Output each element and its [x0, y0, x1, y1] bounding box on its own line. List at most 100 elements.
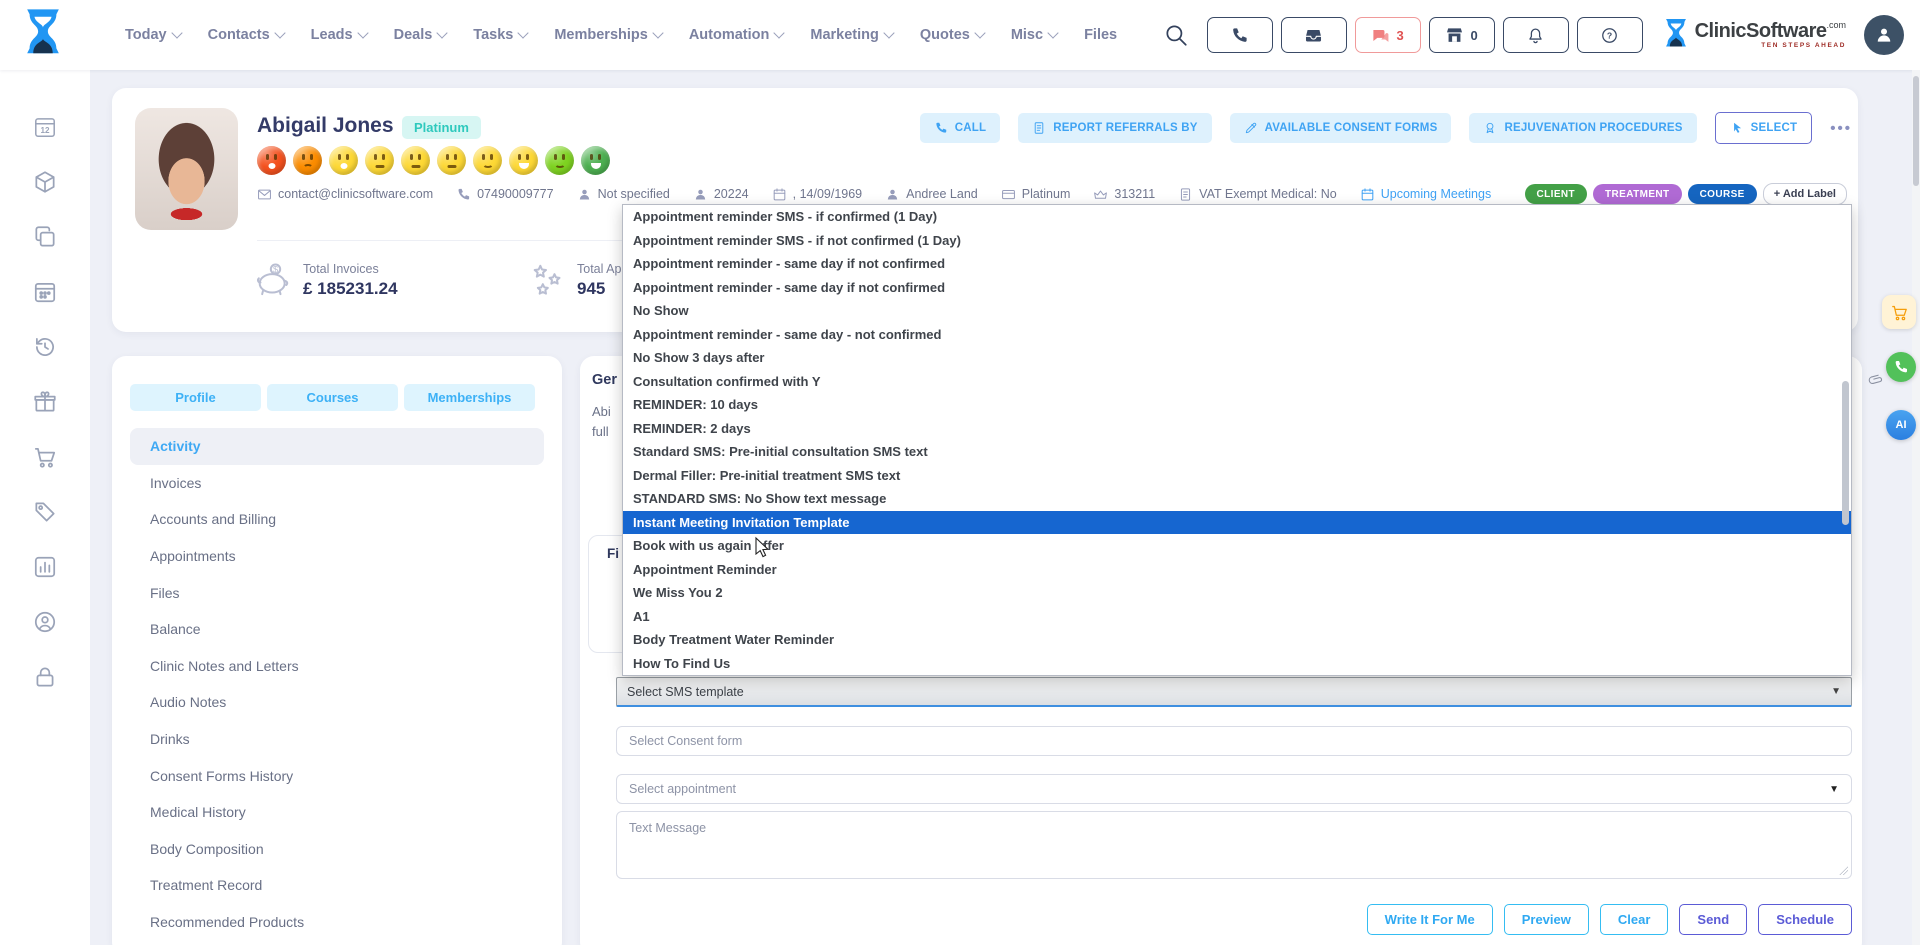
nav-item-deals[interactable]: Deals [394, 27, 447, 43]
mood-face-10[interactable] [581, 146, 610, 175]
preview-button[interactable]: Preview [1504, 904, 1589, 935]
available-consent-forms-button[interactable]: AVAILABLE CONSENT FORMS [1230, 113, 1452, 143]
rejuvenation-procedures-button[interactable]: REJUVENATION PROCEDURES [1469, 113, 1696, 143]
info-upcoming-meetings[interactable]: Upcoming Meetings [1360, 187, 1491, 202]
sidebar-item-treatment-record[interactable]: Treatment Record [130, 867, 544, 904]
nav-item-marketing[interactable]: Marketing [810, 27, 893, 43]
lock-icon[interactable] [32, 664, 58, 690]
sidebar-item-balance[interactable]: Balance [130, 611, 544, 648]
schedule-button[interactable]: Schedule [1758, 904, 1852, 935]
select-button[interactable]: SELECT [1715, 112, 1813, 144]
sidebar-item-clinic-notes-and-letters[interactable]: Clinic Notes and Letters [130, 648, 544, 685]
nav-item-quotes[interactable]: Quotes [920, 27, 984, 43]
sms-template-option[interactable]: Consultation confirmed with Y [623, 370, 1851, 394]
search-icon[interactable] [1163, 22, 1189, 48]
clear-button[interactable]: Clear [1600, 904, 1669, 935]
tab-profile[interactable]: Profile [130, 384, 261, 411]
sidebar-item-drinks[interactable]: Drinks [130, 721, 544, 758]
tab-courses[interactable]: Courses [267, 384, 398, 411]
sms-template-option[interactable]: A1 [623, 605, 1851, 629]
sms-template-option[interactable]: How To Find Us [623, 652, 1851, 676]
gift-icon[interactable] [32, 389, 58, 415]
nav-item-memberships[interactable]: Memberships [554, 27, 661, 43]
appointment-select[interactable]: Select appointment ▼ [616, 774, 1852, 804]
sidebar-item-appointments[interactable]: Appointments [130, 538, 544, 575]
sms-template-option[interactable]: Body Treatment Water Reminder [623, 628, 1851, 652]
sms-template-option[interactable]: Standard SMS: Pre-initial consultation S… [623, 440, 1851, 464]
sms-template-option[interactable]: Appointment Reminder [623, 558, 1851, 582]
nav-item-leads[interactable]: Leads [311, 27, 367, 43]
sidebar-item-body-composition[interactable]: Body Composition [130, 831, 544, 868]
user-avatar[interactable] [1864, 15, 1904, 55]
shop-button[interactable]: 0 [1429, 17, 1495, 53]
whatsapp-button[interactable] [1886, 352, 1916, 382]
nav-item-files[interactable]: Files [1084, 27, 1117, 43]
support-icon[interactable] [32, 609, 58, 635]
sms-template-option[interactable]: Appointment reminder - same day - not co… [623, 323, 1851, 347]
write-it-for-me-button[interactable]: Write It For Me [1367, 904, 1493, 935]
sidebar-item-recommended-products[interactable]: Recommended Products [130, 904, 544, 941]
sms-template-option[interactable]: STANDARD SMS: No Show text message [623, 487, 1851, 511]
label-client[interactable]: CLIENT [1525, 184, 1588, 204]
sidebar-item-invoices[interactable]: Invoices [130, 465, 544, 502]
dropdown-scrollbar-thumb[interactable] [1842, 381, 1849, 525]
sms-template-select[interactable]: Select SMS template ▼ [616, 677, 1852, 707]
text-message-input[interactable] [617, 812, 1851, 878]
label-treatment[interactable]: TREATMENT [1593, 184, 1682, 204]
nav-item-misc[interactable]: Misc [1011, 27, 1057, 43]
sidebar-item-files[interactable]: Files [130, 574, 544, 611]
sidebar-item-medical-history[interactable]: Medical History [130, 794, 544, 831]
sms-template-option[interactable]: Appointment reminder SMS - if confirmed … [623, 205, 1851, 229]
nav-item-automation[interactable]: Automation [689, 27, 784, 43]
mood-face-5[interactable] [401, 146, 430, 175]
copy-icon[interactable] [32, 224, 58, 250]
page-scrollbar[interactable] [1912, 70, 1920, 945]
mood-face-7[interactable] [473, 146, 502, 175]
consent-form-select[interactable]: Select Consent form [616, 726, 1852, 756]
sms-template-option[interactable]: Appointment reminder - same day if not c… [623, 252, 1851, 276]
mood-face-6[interactable] [437, 146, 466, 175]
nav-item-contacts[interactable]: Contacts [208, 27, 284, 43]
sms-template-option[interactable]: No Show [623, 299, 1851, 323]
mood-face-2[interactable] [293, 146, 322, 175]
brand-hourglass-icon[interactable] [22, 7, 64, 63]
resize-grip[interactable] [1839, 866, 1848, 875]
sms-template-option[interactable]: Book with us again offer [623, 534, 1851, 558]
label-course[interactable]: COURSE [1688, 184, 1757, 204]
sms-template-option[interactable]: Appointment reminder - same day if not c… [623, 276, 1851, 300]
dialer-button[interactable] [1207, 17, 1273, 53]
calendar-grid-icon[interactable] [32, 279, 58, 305]
tag-icon[interactable] [32, 499, 58, 525]
nav-item-tasks[interactable]: Tasks [473, 27, 527, 43]
sms-template-option[interactable]: We Miss You 2 [623, 581, 1851, 605]
cube-icon[interactable] [32, 169, 58, 195]
sms-template-option[interactable]: REMINDER: 2 days [623, 417, 1851, 441]
client-photo[interactable] [135, 108, 238, 230]
add-label-button[interactable]: + Add Label [1763, 183, 1847, 205]
send-button[interactable]: Send [1679, 904, 1747, 935]
tab-memberships[interactable]: Memberships [404, 384, 535, 411]
more-actions-button[interactable]: ••• [1830, 120, 1852, 137]
cart-icon[interactable] [32, 444, 58, 470]
sms-template-option[interactable]: No Show 3 days after [623, 346, 1851, 370]
sidebar-item-accounts-and-billing[interactable]: Accounts and Billing [130, 501, 544, 538]
sms-template-option[interactable]: Appointment reminder SMS - if not confir… [623, 229, 1851, 253]
sidebar-item-consent-forms-history[interactable]: Consent Forms History [130, 757, 544, 794]
floating-cart-button[interactable] [1882, 295, 1916, 329]
ai-assistant-button[interactable]: AI [1886, 410, 1916, 440]
mood-face-4[interactable] [365, 146, 394, 175]
sidebar-item-activity[interactable]: Activity [130, 428, 544, 465]
paperclip-icon[interactable] [1865, 369, 1887, 391]
nav-item-today[interactable]: Today [125, 27, 181, 43]
sidebar-item-audio-notes[interactable]: Audio Notes [130, 684, 544, 721]
messages-button[interactable]: 3 [1355, 17, 1421, 53]
inbox-button[interactable] [1281, 17, 1347, 53]
mood-face-8[interactable] [509, 146, 538, 175]
page-scrollbar-thumb[interactable] [1913, 76, 1919, 186]
calendar-12-icon[interactable]: 12 [32, 114, 58, 140]
mood-face-3[interactable] [329, 146, 358, 175]
sms-template-option[interactable]: Dermal Filler: Pre-initial treatment SMS… [623, 464, 1851, 488]
call-button[interactable]: CALL [920, 113, 1000, 143]
chart-icon[interactable] [32, 554, 58, 580]
sms-template-option[interactable]: Instant Meeting Invitation Template [623, 511, 1851, 535]
